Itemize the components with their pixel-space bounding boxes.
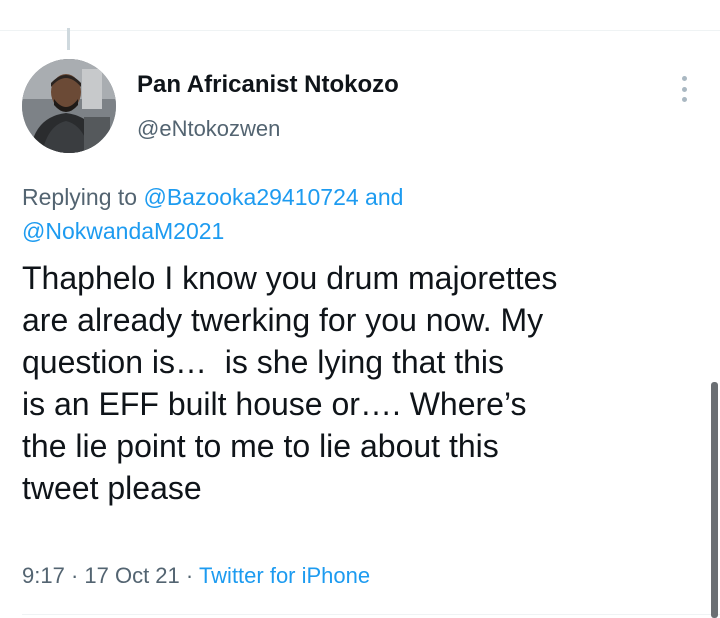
- more-vertical-icon[interactable]: [672, 76, 696, 102]
- tweet-text: Thaphelo I know you drum majorettes are …: [22, 257, 712, 509]
- tweet-source-link[interactable]: Twitter for iPhone: [199, 563, 370, 588]
- mention-link-bazooka[interactable]: @Bazooka29410724: [143, 184, 358, 210]
- tweet-time[interactable]: 9:17: [22, 563, 65, 588]
- replying-connector: and: [358, 184, 404, 210]
- tweet-meta: 9:17 · 17 Oct 21 · Twitter for iPhone: [22, 563, 370, 589]
- bottom-divider: [22, 614, 720, 615]
- scrollbar[interactable]: [711, 382, 718, 618]
- replying-prefix: Replying to: [22, 184, 144, 210]
- more-dot: [681, 76, 687, 81]
- display-name[interactable]: Pan Africanist Ntokozo: [137, 71, 399, 99]
- meta-separator: ·: [64, 563, 85, 588]
- meta-separator: ·: [179, 563, 199, 588]
- avatar-photo: [22, 59, 116, 153]
- tweet-text-line: Thaphelo I know you drum majorettes: [22, 260, 558, 296]
- tweet-text-line: the lie point to me to lie about this: [22, 428, 499, 464]
- thread-connector-line: [67, 28, 70, 50]
- tweet-text-line: are already twerking for you now. My: [22, 302, 544, 338]
- tweet-text-line: question is… is she lying that this: [22, 344, 505, 380]
- top-divider: [0, 30, 720, 31]
- tweet-text-line: is an EFF built house or…. Where’s: [22, 386, 527, 422]
- avatar[interactable]: [22, 59, 116, 153]
- replying-to: Replying to @Bazooka29410724 and @Nokwan…: [22, 180, 682, 248]
- more-dot: [681, 86, 687, 92]
- mention-link-nokwanda[interactable]: @NokwandaM2021: [22, 218, 224, 244]
- user-handle[interactable]: @eNtokozwen: [137, 116, 280, 142]
- tweet-text-line: tweet please: [22, 470, 202, 506]
- tweet-date[interactable]: 17 Oct 21: [84, 563, 179, 588]
- more-dot: [681, 97, 687, 102]
- tweet-detail-view: Pan Africanist Ntokozo @eNtokozwen Reply…: [0, 0, 720, 618]
